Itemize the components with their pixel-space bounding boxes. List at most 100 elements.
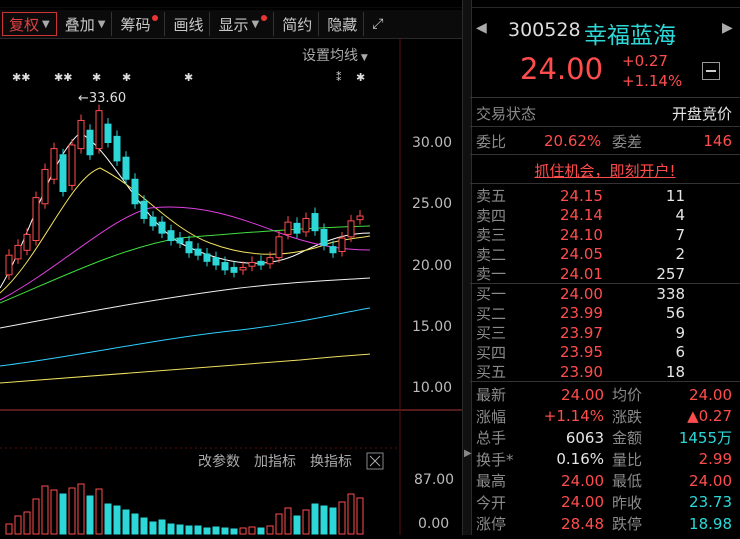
stat-label: 换手*: [476, 450, 514, 469]
order-ratio-row: 委比 20.62% 委差 146: [476, 132, 732, 151]
volume-bar: [275, 513, 283, 535]
event-marker-icon[interactable]: ✱: [122, 71, 131, 84]
event-marker-icon[interactable]: ✱: [92, 71, 101, 84]
ask-level-label: 卖四: [476, 206, 507, 225]
price-change-pct: +1.14%: [622, 72, 683, 90]
candle: [230, 266, 238, 273]
volume-bar: [68, 487, 76, 535]
ma-settings-button[interactable]: 设置均线 ▼: [302, 48, 368, 64]
volume-bar: [23, 511, 31, 535]
volume-bar: [167, 523, 175, 535]
candle: [248, 262, 256, 267]
bid-row[interactable]: 买二 23.99 56: [470, 304, 740, 323]
event-marker-icon[interactable]: ✱✱: [12, 71, 30, 84]
candle: [95, 110, 103, 150]
candle: [14, 244, 22, 260]
add-indicator-button[interactable]: 加指标: [254, 454, 296, 470]
stat-value: 24.00: [689, 385, 732, 404]
stats-row: 涨停 28.48 跌停 18.98: [470, 513, 740, 534]
ask-row[interactable]: 卖五 24.15 11: [470, 186, 740, 206]
stat-value: 2.99: [698, 450, 732, 468]
volume-bar: [77, 483, 85, 535]
volume-bar: [203, 527, 211, 535]
bid-price: 23.90: [560, 362, 603, 381]
volume-bar: [320, 505, 328, 535]
ask-row[interactable]: 卖四 24.14 4: [470, 206, 740, 225]
ask-row[interactable]: 卖一 24.01 257: [470, 264, 740, 284]
open-account-link[interactable]: 抓住机会，即刻开户!: [470, 159, 740, 181]
event-marker-icon[interactable]: ✱: [356, 71, 365, 84]
candle: [356, 215, 364, 221]
volume-bar: [230, 528, 238, 535]
switch-indicator-button[interactable]: 换指标: [310, 453, 352, 470]
kline-chart[interactable]: 30.00 25.00 20.00 15.00 10.00 ✱✱ ✱✱ ✱ ✱ ✱ ⁑ ✱ ←33.…: [0, 38, 462, 535]
volume-bar: [32, 498, 40, 535]
stats-row: 总手 6063 金额 1455万: [470, 427, 740, 448]
stat-label: 均价: [612, 386, 643, 404]
fullscreen-button[interactable]: ⤢: [366, 12, 389, 36]
restore-rights-button[interactable]: 复权 ▼: [2, 12, 57, 36]
volume-bar: [185, 525, 193, 535]
hide-button[interactable]: 隐藏: [321, 12, 365, 36]
price-axis-label: 25.00: [412, 196, 452, 212]
close-icon[interactable]: [366, 452, 384, 470]
moving-average-line: [0, 277, 371, 329]
ask-row[interactable]: 卖三 24.10 7: [470, 225, 740, 245]
volume-bar: [122, 509, 130, 535]
next-stock-icon[interactable]: ▶: [722, 20, 733, 36]
volume-bar: [149, 521, 157, 535]
stat-value: 18.98: [689, 514, 732, 533]
stat-value: 24.00: [561, 385, 604, 404]
bid-row[interactable]: 买一 24.00 338: [470, 284, 740, 304]
collapse-arrow-icon[interactable]: ▶: [464, 448, 472, 462]
candle: [149, 216, 157, 227]
candle: [131, 178, 139, 205]
bid-row[interactable]: 买三 23.97 9: [470, 323, 740, 343]
simple-mode-button[interactable]: 简约: [276, 12, 320, 36]
stat-label: 涨幅: [476, 407, 507, 426]
quote-panel: ◀ 300528 幸福蓝海 ▶ 24.00 +0.27 +1.14% 交易状态 …: [470, 0, 740, 535]
bid-row[interactable]: 买四 23.95 6: [470, 343, 740, 362]
candle: [266, 257, 274, 265]
ask-row[interactable]: 卖二 24.05 2: [470, 245, 740, 264]
price-change: +0.27: [622, 52, 668, 70]
volume-bar: [95, 488, 103, 535]
candle: [86, 129, 94, 156]
candle: [59, 154, 67, 192]
stats-row: 换手* 0.16% 量比 2.99: [470, 449, 740, 470]
chips-button[interactable]: 筹码: [114, 12, 166, 36]
candle: [41, 168, 49, 205]
volume-bar: [158, 519, 166, 535]
stock-header: ◀ 300528 幸福蓝海 ▶: [470, 12, 740, 52]
candle: [185, 241, 193, 254]
display-button[interactable]: 显示 ▼: [212, 12, 275, 36]
prev-stock-icon[interactable]: ◀: [476, 20, 487, 36]
stock-name: 幸福蓝海: [584, 23, 676, 49]
stat-label: 昨收: [612, 493, 643, 512]
stat-label: 今开: [476, 493, 507, 512]
event-marker-icon[interactable]: ✱: [184, 71, 193, 84]
minimize-button[interactable]: [702, 62, 720, 80]
event-marker-icon[interactable]: ⁑: [336, 71, 342, 84]
volume-bar: [347, 493, 355, 535]
chevron-down-icon: ▼: [251, 18, 260, 30]
notification-dot-icon: [152, 15, 159, 21]
bid-level-label: 买一: [476, 285, 507, 303]
candle: [140, 200, 148, 219]
event-marker-icon[interactable]: ✱✱: [54, 71, 72, 84]
volume-bar: [302, 509, 310, 535]
bid-level-label: 买五: [476, 363, 507, 381]
modify-params-button[interactable]: 改参数: [198, 453, 240, 470]
ask-level-label: 卖五: [476, 187, 507, 205]
overlay-button[interactable]: 叠加 ▼: [59, 12, 113, 36]
candle: [122, 156, 130, 180]
bid-row[interactable]: 买五 23.90 18: [470, 362, 740, 382]
bid-level-label: 买三: [476, 324, 507, 342]
candle: [176, 237, 184, 244]
stat-value: ▲0.27: [687, 407, 732, 425]
stat-value: 1455万: [678, 429, 732, 447]
candle: [32, 197, 40, 241]
ask-price: 24.14: [560, 206, 603, 224]
draw-line-button[interactable]: 画线: [167, 12, 211, 36]
last-price: 24.00: [520, 52, 604, 86]
